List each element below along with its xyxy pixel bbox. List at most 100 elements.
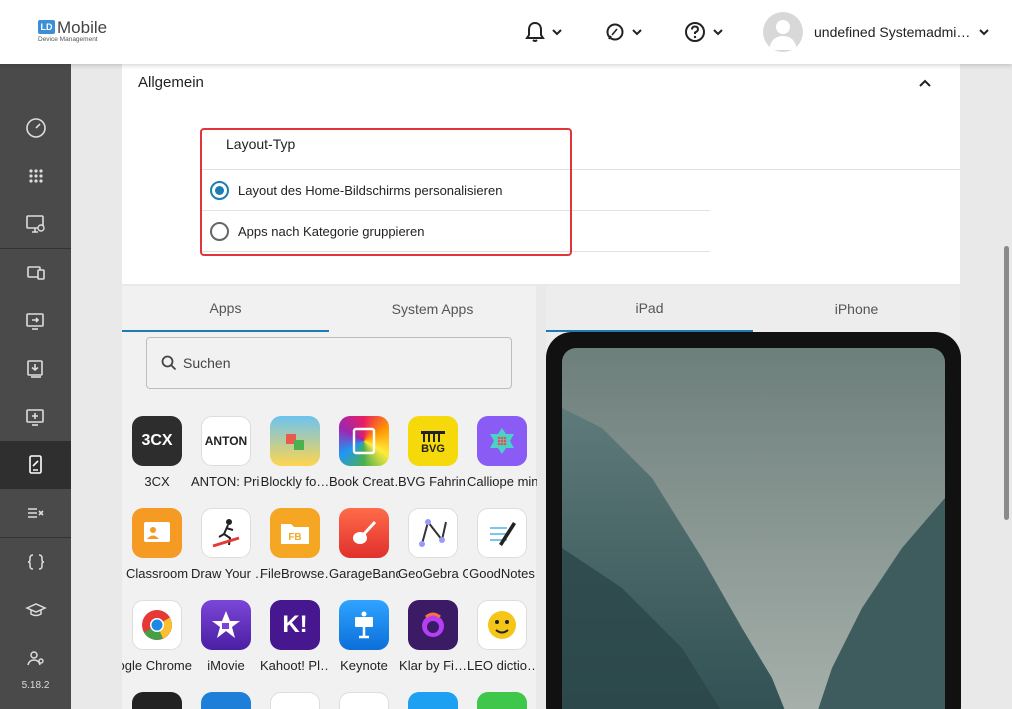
sidebar-item-monitor-settings[interactable] [0,200,71,248]
top-bar: LD Mobile Device Management undefined Sys… [0,0,1012,64]
devices-icon [26,266,45,280]
app-name: Book Creat… [329,474,399,489]
app-name: ANTON: Pri… [191,474,261,489]
app-name: Classroom [125,566,189,581]
search-placeholder: Suchen [183,355,231,371]
classroom-icon [132,508,182,558]
user-avatar-icon [769,20,797,50]
app-name: Google Chrome [122,658,192,673]
sidebar-item-add-device[interactable] [0,393,71,441]
app-name: Klar by Fi… [399,658,467,673]
app-icon-partial [339,692,389,709]
app-imovie[interactable]: iMovie [191,600,261,673]
app-name: 3CX [144,474,170,489]
app-blockly[interactable]: Blockly fo… [260,416,330,489]
chevron-down-icon [552,29,562,36]
app-garageband[interactable]: GarageBand [329,508,399,581]
avatar[interactable] [763,12,803,52]
sidebar-item-users[interactable] [0,634,71,682]
user-name[interactable]: undefined Systemadmi… [814,24,970,40]
help-menu[interactable] [684,20,724,44]
app-keynote[interactable]: Keynote [329,600,399,673]
app-name: GeoGebra G… [398,566,468,581]
bell-icon [525,21,545,42]
app-icon-text: FB [288,532,301,543]
app-icon-text: K! [282,611,308,638]
add-device-icon [25,409,44,426]
user-menu-chevron-icon[interactable] [978,26,990,38]
sidebar-item-dashboard[interactable] [0,104,71,152]
leo-icon [477,600,527,650]
anton-icon: ANTON [201,416,251,466]
sidebar-item-device-edit[interactable] [0,441,71,489]
notifications-menu[interactable] [525,20,563,44]
app-name: LEO dictio… [467,658,537,673]
app-book-creator[interactable]: Book Creat… [329,416,399,489]
app-goodnotes[interactable]: GoodNotes [467,508,537,581]
sidebar-item-devices[interactable] [0,249,71,297]
sidebar-item-screen-share[interactable] [0,297,71,345]
draw-your-icon [201,508,251,558]
tab-ipad[interactable]: iPad [546,286,753,332]
app-calliope[interactable]: Calliope min [467,416,537,489]
sidebar-item-education[interactable] [0,586,71,634]
app-name: Keynote [340,658,388,673]
tab-system-apps[interactable]: System Apps [329,286,536,332]
app-name: BVG Fahrin… [398,474,468,489]
app-icon-partial [270,692,320,709]
monitor-settings-icon [25,215,45,233]
logo-subtitle: Device Management [38,36,98,43]
app-partial[interactable] [398,692,468,709]
sidebar [0,64,71,709]
app-name: Blockly fo… [260,474,330,489]
dashboard-icon [25,118,46,138]
sidebar-item-list[interactable] [0,489,71,537]
app-kahoot[interactable]: K! Kahoot! Pl… [260,600,330,673]
app-partial[interactable] [467,692,537,709]
device-edit-icon [28,455,42,474]
download-device-icon [26,360,43,378]
messages-menu[interactable] [605,20,643,44]
app-name: iMovie [207,658,245,673]
logo[interactable]: LD Mobile Device Management [38,18,108,43]
sidebar-item-apps[interactable] [0,152,71,200]
search-icon [161,355,177,371]
sidebar-item-download[interactable] [0,345,71,393]
app-partial[interactable] [260,692,330,709]
app-name: FileBrowse… [260,566,330,581]
app-3cx[interactable]: 3CX 3CX [122,416,192,489]
app-partial[interactable] [191,692,261,709]
app-partial[interactable] [329,692,399,709]
app-anton[interactable]: ANTON ANTON: Pri… [191,416,261,489]
app-google-chrome[interactable]: Google Chrome [122,600,192,673]
app-bvg[interactable]: BVG BVG Fahrin… [398,416,468,489]
app-name: Kahoot! Pl… [260,658,330,673]
tab-apps[interactable]: Apps [122,286,329,332]
version-label: 5.18.2 [21,680,50,691]
app-partial[interactable] [122,692,192,709]
app-icon-text: 3CX [141,432,173,449]
graduation-cap-icon [24,603,47,617]
app-klar[interactable]: Klar by Fi… [398,600,468,673]
scrollbar[interactable] [1004,246,1009,520]
app-draw-your[interactable]: Draw Your … [191,508,261,581]
app-classroom[interactable]: Classroom [122,508,192,581]
wallpaper-image [562,348,945,709]
section-title: Allgemein [138,74,204,91]
logo-title: Mobile [57,18,108,37]
goodnotes-icon [477,508,527,558]
sidebar-item-code[interactable] [0,538,71,586]
book-creator-icon [339,416,389,466]
chevron-down-icon [713,29,723,36]
blockly-icon [270,416,320,466]
app-icon-partial [132,692,182,709]
app-filebrowser[interactable]: FB FileBrowse… [260,508,330,581]
users-icon [26,651,44,666]
tab-iphone[interactable]: iPhone [753,286,960,332]
help-icon [685,22,705,42]
chevron-up-icon[interactable] [918,76,932,90]
app-leo[interactable]: LEO dictio… [467,600,537,673]
app-geogebra[interactable]: GeoGebra G… [398,508,468,581]
logo-mark: LD [38,20,55,34]
search-input[interactable]: Suchen [146,337,512,389]
